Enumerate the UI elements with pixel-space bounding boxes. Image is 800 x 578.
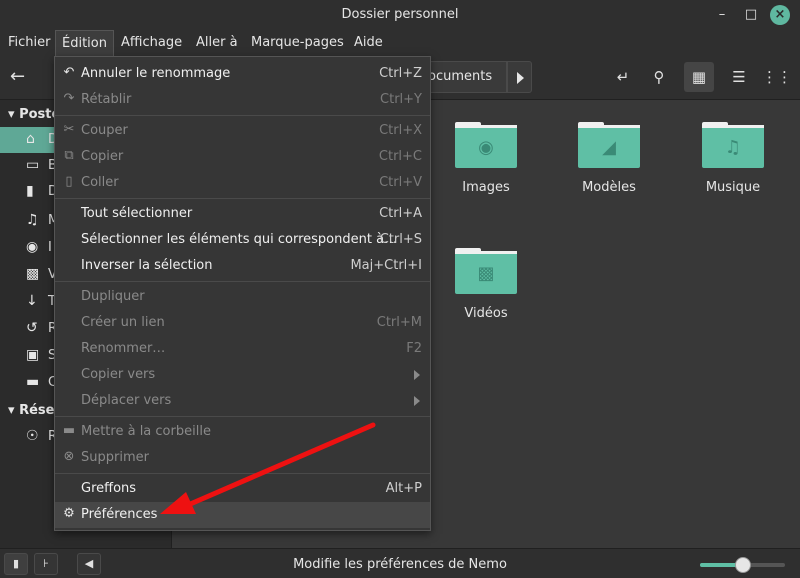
film-icon: ▩ [455,254,517,294]
menu-marque-pages[interactable]: Marque-pages [245,30,350,56]
camera-icon: ◉ [455,128,517,168]
menu-item-create-link[interactable]: Créer un lien Ctrl+M [55,310,430,336]
toggle-location-icon[interactable]: ↵ [608,62,638,92]
trash-icon: ▬ [62,423,76,438]
music-icon: ♫ [702,128,764,168]
desktop-icon: ▭ [26,157,40,173]
menu-separator [55,115,430,116]
zoom-slider-handle[interactable] [734,557,751,573]
menu-item-move-to[interactable]: Déplacer vers [55,388,430,414]
menu-item-select-matching[interactable]: Sélectionner les éléments qui correspond… [55,227,430,253]
grid-view-icon[interactable]: ▦ [684,62,714,92]
close-icon[interactable]: × [770,5,790,25]
download-icon: ↓ [26,293,38,309]
recent-icon: ↺ [26,320,38,336]
window-title: Dossier personnel [341,7,459,22]
folder-modeles[interactable]: ◢ Modèles [559,120,659,195]
menu-item-rename[interactable]: Renommer… F2 [55,336,430,362]
menu-item-cut[interactable]: ✂ Couper Ctrl+X [55,118,430,144]
folder-icon: ◢ [578,120,640,168]
submenu-arrow-icon [414,396,420,406]
folder-musique[interactable]: ♫ Musique [683,120,783,195]
menu-item-redo[interactable]: ↷ Rétablir Ctrl+Y [55,87,430,113]
submenu-arrow-icon [414,370,420,380]
menu-bar: Fichier Édition Affichage Aller à Marque… [0,30,800,56]
menu-item-preferences[interactable]: ⚙ Préférences [55,502,430,528]
menu-fichier[interactable]: Fichier [2,30,57,56]
folder-icon: ▩ [455,246,517,294]
folder-videos[interactable]: ▩ Vidéos [436,246,536,321]
status-bar: ▮ ⊦ ◀ Modifie les préférences de Nemo [0,548,800,578]
menu-aller[interactable]: Aller à [190,30,244,56]
menu-item-invert-selection[interactable]: Inverser la sélection Maj+Ctrl+I [55,253,430,279]
scissors-icon: ✂ [63,122,75,137]
template-icon: ◢ [578,128,640,168]
title-bar: Dossier personnel – □ × [0,0,800,30]
menu-separator [55,198,430,199]
music-icon: ♫ [26,212,39,228]
back-arrow-icon[interactable]: ← [10,66,25,87]
clipboard-icon: ▯ [65,174,73,189]
edit-menu: ↶ Annuler le renommage Ctrl+Z ↷ Rétablir… [54,56,431,531]
sidebar-section-network[interactable]: ▾ Rése [8,403,54,418]
delete-icon: ⊗ [63,449,75,464]
menu-item-undo[interactable]: ↶ Annuler le renommage Ctrl+Z [55,61,430,87]
menu-separator [55,473,430,474]
camera-icon: ◉ [26,239,39,255]
menu-item-select-all[interactable]: Tout sélectionner Ctrl+A [55,201,430,227]
film-icon: ▩ [26,266,40,282]
network-icon: ☉ [26,428,39,444]
menu-item-paste[interactable]: ▯ Coller Ctrl+V [55,170,430,196]
list-view-icon[interactable]: ☰ [724,62,754,92]
status-text: Modifie les préférences de Nemo [293,557,507,572]
folder-icon: ◉ [455,120,517,168]
menu-item-copy[interactable]: ⧉ Copier Ctrl+C [55,144,430,170]
folder-images[interactable]: ◉ Images [436,120,536,195]
menu-item-plugins[interactable]: Greffons Alt+P [55,476,430,502]
path-forward-icon[interactable] [507,61,532,93]
menu-item-trash[interactable]: ▬ Mettre à la corbeille [55,419,430,445]
menu-affichage[interactable]: Affichage [115,30,188,56]
menu-aide[interactable]: Aide [348,30,389,56]
trash-icon: ▬ [26,374,40,390]
sidebar-section-computer[interactable]: ▾ Poste [8,107,60,122]
search-icon[interactable]: ⚲ [644,62,674,92]
menu-edition[interactable]: Édition [55,30,114,56]
menu-separator [55,281,430,282]
maximize-icon[interactable]: □ [742,6,760,24]
compact-view-icon[interactable]: ⋮⋮ [762,62,792,92]
redo-icon: ↷ [63,91,75,106]
minimize-icon[interactable]: – [713,6,731,24]
drive-icon: ▣ [26,347,40,363]
zoom-slider[interactable] [700,557,785,573]
menu-item-duplicate[interactable]: Dupliquer [55,284,430,310]
menu-item-copy-to[interactable]: Copier vers [55,362,430,388]
menu-item-delete[interactable]: ⊗ Supprimer [55,445,430,471]
copy-icon: ⧉ [64,148,74,163]
folder-icon: ♫ [702,120,764,168]
menu-separator [55,416,430,417]
home-icon: ⌂ [26,131,35,147]
document-icon: ▮ [26,183,34,199]
undo-icon: ↶ [63,65,75,80]
gear-icon: ⚙ [63,506,75,521]
